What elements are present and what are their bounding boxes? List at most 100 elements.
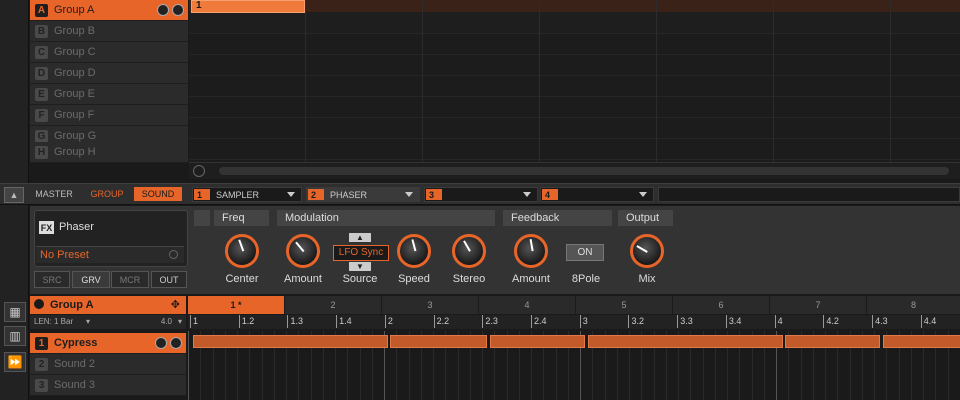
mcr-button[interactable]: MCR — [111, 271, 149, 288]
slot-name: PHASER — [330, 189, 368, 200]
pattern-tab-3[interactable]: 3 — [382, 296, 479, 314]
sound-number-badge: 2 — [35, 357, 48, 371]
group-row-d[interactable]: D Group D — [30, 63, 188, 84]
src-button[interactable]: SRC — [34, 271, 70, 288]
amount-knob[interactable] — [286, 234, 320, 268]
group-label: Group E — [54, 88, 95, 100]
knob-label: Amount — [284, 273, 322, 285]
tab-sound[interactable]: SOUND — [134, 187, 182, 201]
group-row-h[interactable]: H Group H — [30, 142, 188, 163]
note-block[interactable] — [193, 335, 388, 348]
group-label: Group G — [54, 130, 97, 142]
pattern-group-header[interactable]: Group A ✥ — [30, 296, 186, 314]
ruler-tick: 2.4 — [531, 315, 547, 328]
pattern-length-label: LEN: 1 Bar — [34, 317, 74, 326]
group-row-b[interactable]: B Group B — [30, 21, 188, 42]
plugin-slot-4[interactable]: 4 — [540, 187, 654, 202]
grid-view-icon[interactable]: ▦ — [4, 302, 26, 322]
pattern-tab-1[interactable]: 1 * — [188, 296, 285, 314]
feedback-amount-knob[interactable] — [514, 234, 548, 268]
scrollbar-track[interactable] — [219, 167, 949, 175]
source-up-button[interactable]: ▲ — [349, 233, 371, 242]
slot-name: SAMPLER — [216, 189, 260, 200]
slot-number: 3 — [426, 189, 442, 200]
scene-clip[interactable]: 1 — [191, 0, 305, 13]
sound-label: Sound 3 — [54, 379, 95, 391]
ruler-tick: 1.2 — [238, 315, 254, 328]
group-label: Group C — [54, 46, 96, 58]
step-grid[interactable] — [188, 331, 960, 400]
slot-number: 2 — [308, 189, 324, 200]
tab-master[interactable]: MASTER — [30, 187, 78, 201]
chevron-down-icon[interactable]: ▾ — [86, 317, 90, 326]
group-row-e[interactable]: E Group E — [30, 84, 188, 105]
sound-mute-icon[interactable] — [155, 337, 167, 349]
preset-field[interactable]: No Preset — [36, 246, 184, 263]
group-mute-icon[interactable] — [157, 4, 169, 16]
sound-row-2[interactable]: 2 Sound 2 — [30, 354, 186, 375]
source-down-button[interactable]: ▼ — [349, 262, 371, 271]
chevron-down-icon[interactable] — [34, 299, 44, 309]
sound-solo-icon[interactable] — [170, 337, 182, 349]
search-icon[interactable] — [169, 250, 178, 259]
chevron-down-icon[interactable] — [405, 192, 413, 197]
timeline-ruler[interactable]: 1 1.2 1.3 1.4 2 2.2 2.3 2.4 3 3.2 3.3 3.4 4 4.2 4.3 4.4 — [188, 315, 960, 329]
speed-knob[interactable] — [397, 234, 431, 268]
sound-number-badge: 1 — [35, 336, 48, 350]
group-list: A Group A B Group B C Group C D Group D … — [30, 0, 188, 163]
section-modulation: Modulation — [277, 210, 495, 226]
step-mode-icon[interactable]: ⏩ — [4, 352, 26, 372]
move-arrows-icon[interactable]: ✥ — [171, 298, 180, 311]
tab-group[interactable]: GROUP — [84, 187, 130, 201]
group-row-a[interactable]: A Group A — [30, 0, 188, 21]
sound-row-1[interactable]: 1 Cypress — [30, 333, 186, 354]
pattern-tab-8[interactable]: 8 — [867, 296, 960, 314]
chevron-down-icon[interactable] — [639, 192, 647, 197]
out-button[interactable]: OUT — [151, 271, 187, 288]
ruler-tick: 1.4 — [336, 315, 352, 328]
keyboard-view-icon[interactable]: ▥ — [4, 326, 26, 346]
group-solo-icon[interactable] — [172, 4, 184, 16]
pattern-tab-6[interactable]: 6 — [673, 296, 770, 314]
pattern-length-row[interactable]: LEN: 1 Bar ▾ 4.0 ▾ — [30, 315, 186, 329]
slot-number: 4 — [542, 189, 558, 200]
arranger-grid[interactable]: 1 — [189, 0, 960, 162]
mix-knob[interactable] — [630, 234, 664, 268]
pattern-tab-2[interactable]: 2 — [285, 296, 382, 314]
pattern-tab-5[interactable]: 5 — [576, 296, 673, 314]
ruler-tick: 4.3 — [872, 315, 888, 328]
note-block[interactable] — [490, 335, 585, 348]
stereo-knob[interactable] — [452, 234, 486, 268]
source-value[interactable]: LFO Sync — [333, 245, 389, 261]
arranger-scrollbar[interactable] — [189, 162, 960, 179]
chevron-down-icon[interactable] — [523, 192, 531, 197]
pattern-tab-7[interactable]: 7 — [770, 296, 867, 314]
magnifier-icon[interactable] — [193, 165, 205, 177]
8pole-toggle[interactable]: ON — [566, 244, 604, 261]
sound-number-badge: 3 — [35, 378, 48, 392]
group-label: Group F — [54, 109, 95, 121]
chevron-down-icon[interactable] — [194, 210, 210, 226]
group-label: Group A — [54, 4, 95, 16]
plugin-slot-3[interactable]: 3 — [424, 187, 538, 202]
section-freq: Freq — [214, 210, 269, 226]
note-block[interactable] — [588, 335, 783, 348]
group-row-f[interactable]: F Group F — [30, 105, 188, 126]
note-block[interactable] — [390, 335, 487, 348]
pattern-tab-4[interactable]: 4 — [479, 296, 576, 314]
step-line — [188, 331, 189, 400]
note-block[interactable] — [883, 335, 960, 348]
group-letter-badge: F — [35, 108, 48, 122]
chevron-down-icon[interactable]: ▾ — [178, 317, 182, 326]
zoom-level: 4.0 — [160, 317, 172, 326]
group-row-c[interactable]: C Group C — [30, 42, 188, 63]
triangle-up-icon[interactable]: ▲ — [4, 187, 24, 203]
chevron-down-icon[interactable] — [287, 192, 295, 197]
center-knob[interactable] — [225, 234, 259, 268]
sound-row-3[interactable]: 3 Sound 3 — [30, 375, 186, 396]
grv-button[interactable]: GRV — [72, 271, 110, 288]
plugin-slot-1[interactable]: 1 SAMPLER — [192, 187, 302, 202]
plugin-slot-2[interactable]: 2 PHASER — [306, 187, 420, 202]
plugin-slot-empty[interactable] — [658, 187, 960, 202]
note-block[interactable] — [785, 335, 880, 348]
